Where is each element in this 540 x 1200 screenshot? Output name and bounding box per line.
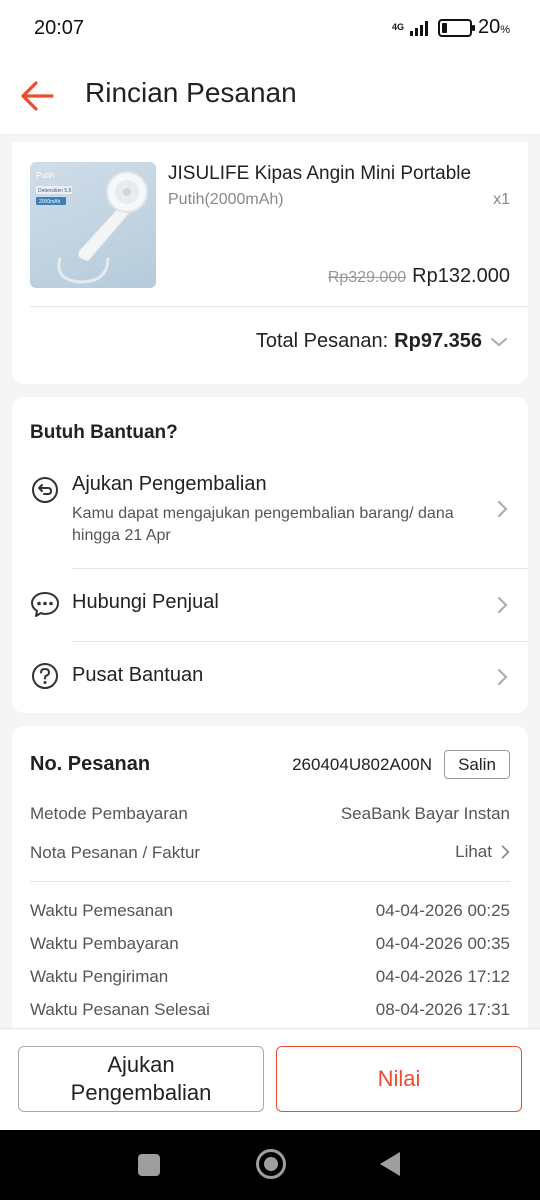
bottom-action-bar: Ajukan Pengembalian Nilai: [0, 1028, 540, 1130]
product-quantity: x1: [493, 191, 510, 208]
chevron-right-icon: [501, 845, 510, 859]
divider: [30, 306, 528, 307]
status-icons: 4G 20%: [392, 16, 510, 39]
image-brand-text: Putih: [36, 171, 54, 180]
status-time: 20:07: [34, 17, 85, 39]
shipping-time-value: 04-04-2026 17:12: [375, 967, 510, 986]
invoice-label: Nota Pesanan / Faktur: [30, 843, 201, 862]
return-icon: [32, 477, 58, 503]
help-item-return[interactable]: Ajukan Pengembalian Kamu dapat mengajuka…: [12, 472, 528, 568]
help-item-label: Ajukan Pengembalian: [72, 473, 267, 495]
back-button[interactable]: [18, 76, 58, 116]
order-number: 260404U802A00N: [292, 755, 432, 774]
completion-time-label: Waktu Pesanan Selesai: [30, 1000, 210, 1019]
recents-icon[interactable]: [138, 1154, 160, 1176]
payment-method-value: SeaBank Bayar Instan: [340, 804, 510, 823]
battery-icon: [437, 18, 475, 37]
battery-fill: [441, 22, 448, 33]
home-icon[interactable]: [256, 1149, 286, 1179]
chevron-right-icon: [498, 669, 508, 685]
order-info-card: No. Pesanan 260404U802A00N Salin Metode …: [12, 726, 528, 1046]
arrow-left-icon: [21, 81, 54, 111]
battery-text: 20%: [478, 16, 510, 39]
payment-time-value: 04-04-2026 00:35: [375, 934, 510, 953]
product-name[interactable]: JISULIFE Kipas Angin Mini Portable: [168, 163, 508, 185]
total-value: Rp97.356: [394, 330, 482, 352]
original-price: Rp329.000: [327, 269, 407, 286]
back-triangle-icon[interactable]: [380, 1152, 400, 1176]
system-nav-bar: [0, 1130, 540, 1200]
sale-price: Rp132.000: [412, 265, 510, 287]
shipping-time-label: Waktu Pengiriman: [30, 967, 169, 986]
image-text-2: 2000mAh: [39, 199, 61, 205]
order-number-label: No. Pesanan: [30, 753, 151, 775]
order-time-value: 04-04-2026 00:25: [375, 901, 510, 920]
rate-button[interactable]: Nilai: [276, 1046, 522, 1112]
payment-time-label: Waktu Pembayaran: [30, 934, 179, 953]
chevron-down-icon: [491, 337, 507, 346]
invoice-value: Lihat: [455, 842, 492, 861]
fan-product-image: Putih Detensitien 5.6 2000mAh: [36, 171, 148, 284]
help-card: Butuh Bantuan? Ajukan Pengembalian Kamu …: [12, 397, 528, 713]
completion-time-value: 08-04-2026 17:31: [375, 1000, 510, 1019]
price-row: Rp329.000 Rp132.000: [328, 265, 510, 288]
app-header: Rincian Pesanan: [0, 58, 540, 135]
battery-value: 20: [477, 16, 501, 38]
product-image[interactable]: Putih Detensitien 5.6 2000mAh: [30, 162, 156, 288]
product-card: Putih Detensitien 5.6 2000mAh JISULIFE K…: [12, 142, 528, 384]
copy-button[interactable]: Salin: [444, 750, 510, 779]
help-item-label: Pusat Bantuan: [72, 664, 204, 686]
help-title: Butuh Bantuan?: [30, 422, 178, 443]
chevron-right-icon: [498, 597, 508, 613]
chat-icon: [31, 592, 59, 617]
page-title: Rincian Pesanan: [85, 77, 297, 108]
order-total-row[interactable]: Total Pesanan: Rp97.356: [256, 330, 510, 353]
signal-icon: [409, 20, 428, 36]
total-label: Total Pesanan:: [255, 330, 389, 352]
status-bar: 20:07 4G 20%: [0, 0, 540, 58]
request-return-button[interactable]: Ajukan Pengembalian: [18, 1046, 264, 1112]
battery-unit: %: [500, 24, 510, 36]
help-circle-icon: [32, 663, 58, 689]
help-item-contact-seller[interactable]: Hubungi Penjual: [12, 569, 528, 641]
image-text-1: Detensitien 5.6: [38, 188, 72, 194]
network-label: 4G: [391, 22, 404, 32]
divider: [30, 881, 510, 882]
payment-method-label: Metode Pembayaran: [30, 804, 188, 823]
help-item-label: Hubungi Penjual: [72, 591, 219, 613]
chevron-right-icon: [498, 501, 508, 517]
order-time-label: Waktu Pemesanan: [30, 901, 173, 920]
invoice-link[interactable]: Lihat: [455, 842, 510, 862]
help-item-help-center[interactable]: Pusat Bantuan: [12, 642, 528, 713]
help-item-description: Kamu dapat mengajukan pengembalian baran…: [72, 505, 454, 544]
product-variant: Putih(2000mAh): [168, 191, 284, 208]
